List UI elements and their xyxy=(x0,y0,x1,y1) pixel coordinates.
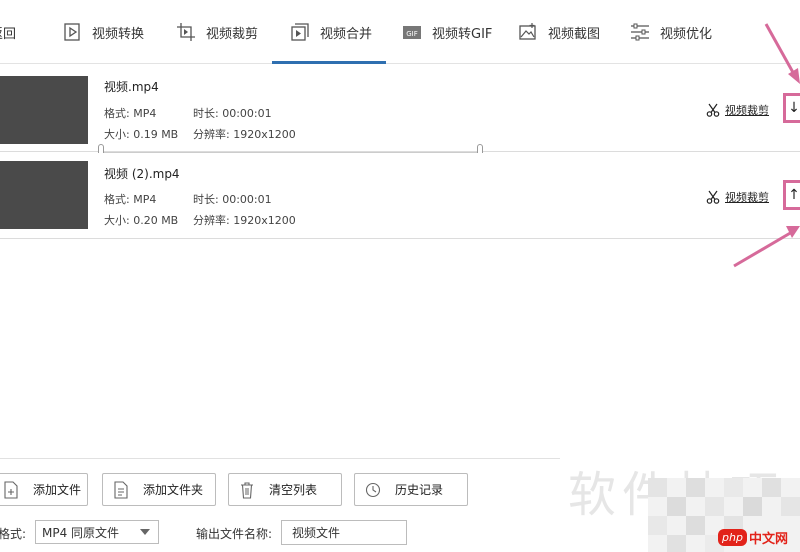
crop-icon xyxy=(177,23,195,41)
file-format: 格式: MP4 xyxy=(104,107,157,120)
tab-bar: 返回 视频转换 视频裁剪 视频合并 GIF 视频转GIF xyxy=(0,0,800,64)
tab-label: 视频转GIF xyxy=(432,26,493,42)
add-folder-label: 添加文件夹 xyxy=(143,483,204,497)
move-up-button[interactable]: ↑ xyxy=(783,180,800,210)
video-thumbnail xyxy=(0,76,88,144)
add-file-label: 添加文件 xyxy=(33,483,82,497)
tab-label: 视频截图 xyxy=(548,26,601,42)
chevron-down-icon xyxy=(140,529,150,535)
merge-icon xyxy=(291,23,309,41)
file-duration: 时长: 00:00:01 xyxy=(193,107,272,120)
file-size: 大小: 0.20 MB xyxy=(104,214,179,227)
file-row[interactable]: 视频.mp4 格式: MP4 时长: 00:00:01 大小: 0.19 MB … xyxy=(0,66,800,152)
tab-video-optimize[interactable]: 视频优化 xyxy=(630,0,712,64)
file-duration: 时长: 00:00:01 xyxy=(193,193,272,206)
tab-video-gif[interactable]: GIF 视频转GIF xyxy=(402,0,492,64)
tab-label: 视频转换 xyxy=(92,26,145,42)
clear-list-label: 清空列表 xyxy=(269,483,318,497)
trash-icon xyxy=(241,481,253,499)
file-resolution: 分辨率: 1920x1200 xyxy=(193,128,296,141)
back-button[interactable]: 返回 xyxy=(0,0,16,64)
add-folder-button[interactable]: 添加文件夹 xyxy=(102,473,216,506)
tab-video-screenshot[interactable]: 视频截图 xyxy=(518,0,600,64)
scissors-icon xyxy=(706,103,720,117)
logo-cn: 中文网 xyxy=(748,532,788,547)
tab-video-convert[interactable]: 视频转换 xyxy=(62,0,144,64)
file-row[interactable]: 视频 (2).mp4 格式: MP4 时长: 00:00:01 大小: 0.20… xyxy=(0,153,800,239)
file-format: 格式: MP4 xyxy=(104,193,157,206)
file-size: 大小: 0.19 MB xyxy=(104,128,179,141)
file-name: 视频 (2).mp4 xyxy=(104,167,180,181)
move-down-button[interactable]: ↓ xyxy=(783,93,800,123)
history-button[interactable]: 历史记录 xyxy=(354,473,468,506)
logo-php: php xyxy=(718,529,747,546)
tab-video-merge[interactable]: 视频合并 xyxy=(272,0,386,64)
output-name-input[interactable]: 视频文件 xyxy=(281,520,407,545)
tab-label: 视频裁剪 xyxy=(206,26,259,42)
format-label: 格式: xyxy=(0,527,27,541)
file-name: 视频.mp4 xyxy=(104,80,159,94)
back-label: 返回 xyxy=(0,26,17,42)
crop-link-label: 视频裁剪 xyxy=(725,191,769,204)
add-file-button[interactable]: 添加文件 xyxy=(0,473,88,506)
format-select[interactable]: MP4 同原文件 xyxy=(35,520,159,544)
file-add-icon xyxy=(4,480,18,499)
crop-link[interactable]: 视频裁剪 xyxy=(706,189,769,205)
tab-label: 视频合并 xyxy=(320,26,373,42)
bottom-divider xyxy=(0,458,560,459)
svg-text:GIF: GIF xyxy=(406,30,418,38)
history-label: 历史记录 xyxy=(395,483,444,497)
output-name-label: 输出文件名称: xyxy=(196,527,273,541)
arrow-down-icon: ↓ xyxy=(788,100,800,116)
file-resolution: 分辨率: 1920x1200 xyxy=(193,214,296,227)
gif-icon: GIF xyxy=(403,26,421,39)
crop-link[interactable]: 视频裁剪 xyxy=(706,102,769,118)
tab-label: 视频优化 xyxy=(660,26,713,42)
site-logo: php 中文网 xyxy=(718,528,788,547)
sliders-icon xyxy=(631,23,649,41)
tab-video-crop[interactable]: 视频裁剪 xyxy=(176,0,258,64)
crop-link-label: 视频裁剪 xyxy=(725,104,769,117)
clear-list-button[interactable]: 清空列表 xyxy=(228,473,342,506)
image-icon xyxy=(519,23,536,40)
play-file-icon xyxy=(64,23,80,41)
arrow-up-icon: ↑ xyxy=(788,187,800,203)
clock-icon xyxy=(365,482,381,497)
video-thumbnail xyxy=(0,161,88,229)
format-select-value: MP4 同原文件 xyxy=(42,525,120,540)
scissors-icon xyxy=(706,190,720,204)
output-name-value: 视频文件 xyxy=(292,526,341,540)
document-icon xyxy=(114,480,128,499)
